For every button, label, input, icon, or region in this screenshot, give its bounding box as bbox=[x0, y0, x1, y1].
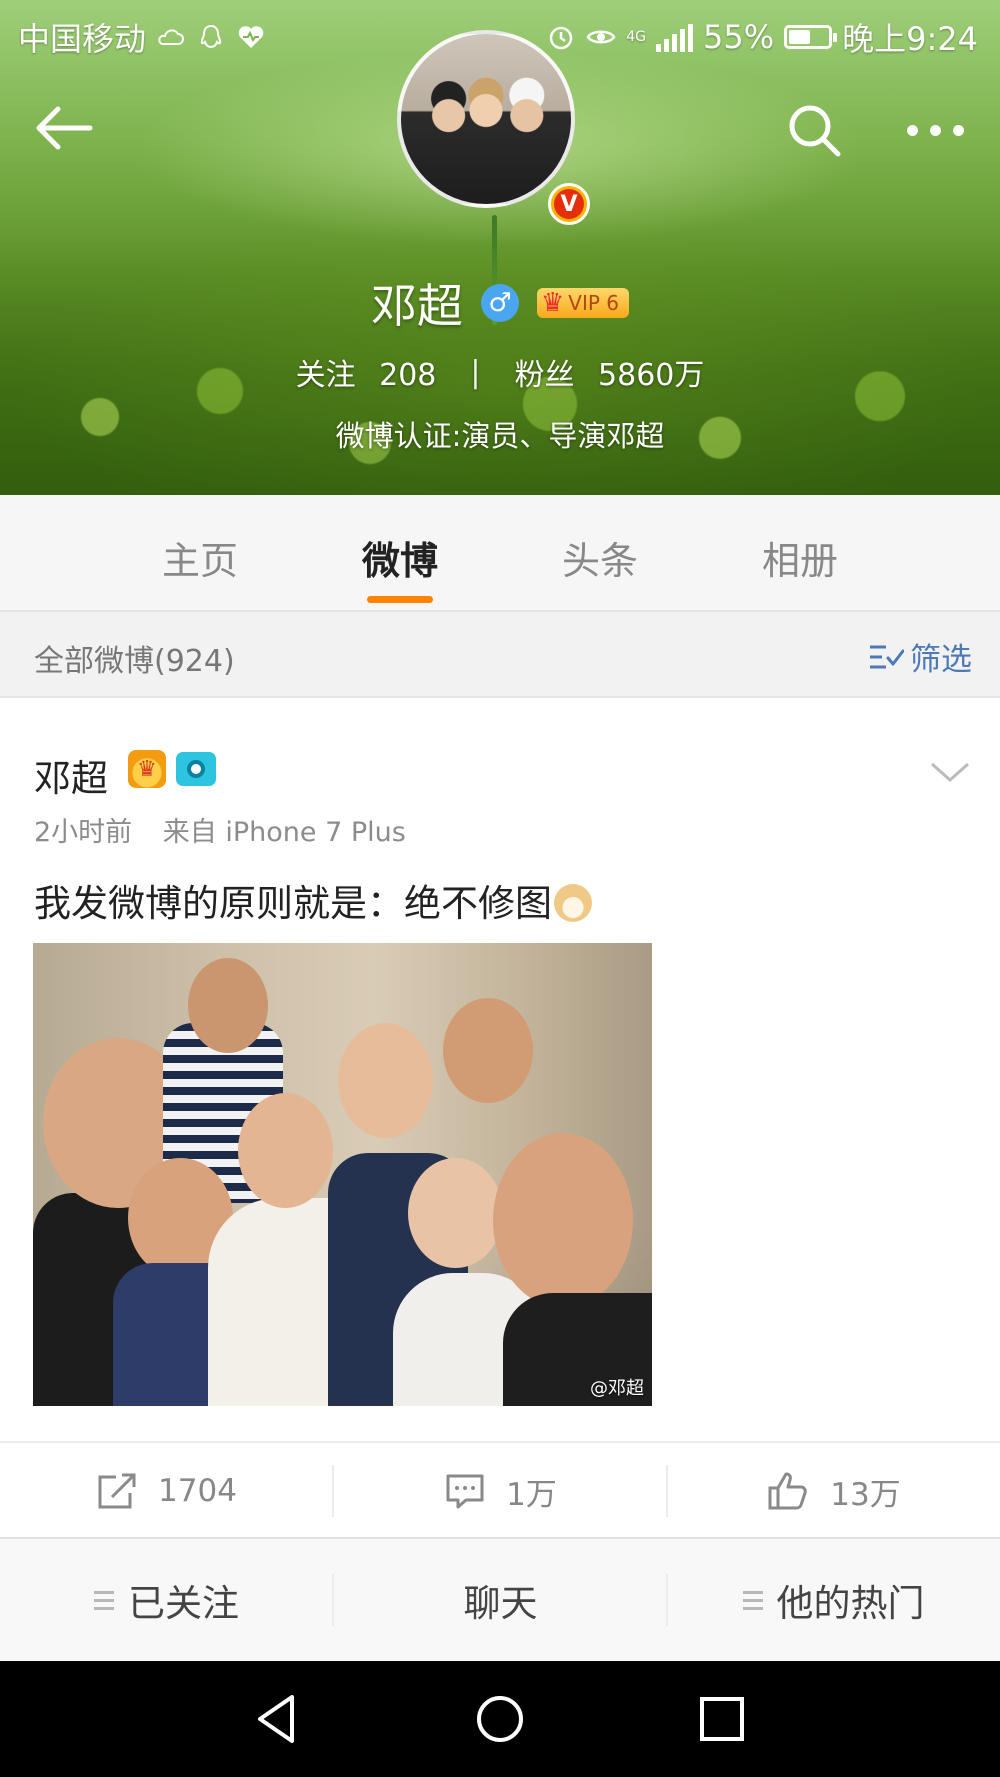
like-button[interactable]: 13万 bbox=[667, 1443, 1000, 1539]
post-text-content: 我发微博的原则就是：绝不修图 bbox=[34, 882, 552, 925]
post-photo[interactable]: @邓超 bbox=[33, 943, 652, 1406]
post-text: 我发微博的原则就是：绝不修图 bbox=[34, 873, 592, 927]
following-label: 关注 bbox=[295, 358, 356, 393]
repost-count: 1704 bbox=[158, 1473, 237, 1509]
network-type: 4G bbox=[626, 29, 646, 45]
clock: 晚上9:24 bbox=[842, 20, 978, 58]
filter-label: 筛选 bbox=[910, 642, 972, 678]
post-card[interactable]: 邓超 ♛ 2小时前 来自 iPhone 7 Plus 我发微博的原则就是：绝不修… bbox=[0, 698, 1000, 1441]
following-count: 208 bbox=[379, 358, 437, 393]
doge-emoji-icon bbox=[554, 884, 592, 922]
verification-text: 微博认证:演员、导演邓超 bbox=[335, 419, 665, 453]
nav-home-icon[interactable] bbox=[470, 1689, 530, 1749]
status-left: 中国移动 bbox=[18, 14, 266, 60]
follow-stats: 关注 208 | 粉丝 5860万 bbox=[0, 350, 1000, 394]
profile-header: 中国移动 4G 55% 晚上9:24 V 邓超 ♂ ♛ VIP 6 关注 208… bbox=[0, 0, 1000, 495]
filter-bar: 全部微博(924) 筛选 bbox=[0, 612, 1000, 698]
chat-button[interactable]: 聊天 bbox=[334, 1539, 667, 1661]
member-crown-icon[interactable]: ♛ bbox=[128, 750, 166, 788]
health-icon bbox=[238, 26, 264, 48]
carrier-text: 中国移动 bbox=[18, 20, 147, 58]
bottom-toolbar: 已关注 聊天 他的热门 bbox=[0, 1539, 1000, 1661]
comment-button[interactable]: 1万 bbox=[334, 1443, 667, 1539]
stats-separator: | bbox=[470, 354, 481, 390]
photo-face bbox=[238, 1093, 333, 1208]
tab-album[interactable]: 相册 bbox=[725, 530, 875, 585]
eye-icon bbox=[586, 30, 616, 44]
battery-icon bbox=[784, 25, 838, 49]
tab-headlines[interactable]: 头条 bbox=[525, 530, 675, 585]
menu-icon bbox=[94, 1590, 114, 1610]
photo-face bbox=[443, 998, 533, 1103]
post-time: 2小时前 bbox=[34, 817, 133, 848]
tab-home[interactable]: 主页 bbox=[125, 530, 275, 585]
tab-weibo[interactable]: 微博 bbox=[325, 530, 475, 585]
post-source: 来自 iPhone 7 Plus bbox=[162, 817, 406, 848]
like-count: 13万 bbox=[830, 1476, 901, 1513]
filter-icon bbox=[870, 645, 904, 668]
post-actions: 1704 1万 13万 bbox=[0, 1441, 1000, 1539]
signal-icon bbox=[656, 22, 693, 52]
chat-label: 聊天 bbox=[463, 1582, 538, 1625]
chevron-down-icon[interactable] bbox=[928, 756, 972, 786]
profile-tabs: 主页 微博 头条 相册 bbox=[0, 495, 1000, 612]
post-author[interactable]: 邓超 bbox=[34, 748, 108, 802]
photo-face bbox=[493, 1133, 633, 1308]
profile-name: 邓超 bbox=[370, 279, 463, 333]
nav-recents-icon[interactable] bbox=[692, 1689, 752, 1749]
all-posts-count: 全部微博(924) bbox=[34, 644, 235, 679]
photo-face bbox=[408, 1158, 503, 1268]
qq-icon bbox=[200, 24, 222, 49]
verified-badge: V bbox=[548, 183, 590, 225]
more-dots-icon[interactable] bbox=[898, 110, 972, 150]
followed-button[interactable]: 已关注 bbox=[0, 1539, 333, 1661]
crown-icon: ♛ bbox=[540, 288, 565, 318]
filter-button[interactable]: 筛选 bbox=[868, 634, 972, 679]
thumbs-up-icon bbox=[768, 1472, 808, 1510]
weather-icon bbox=[158, 29, 184, 45]
fans-count: 5860万 bbox=[598, 358, 705, 393]
arrow-left-icon[interactable] bbox=[28, 95, 100, 161]
fans-stat[interactable]: 粉丝 5860万 bbox=[515, 350, 705, 394]
avatar[interactable] bbox=[397, 30, 575, 208]
photo-face bbox=[188, 958, 268, 1053]
photo-face bbox=[338, 1023, 433, 1138]
share-icon bbox=[98, 1473, 136, 1509]
repost-button[interactable]: 1704 bbox=[0, 1443, 333, 1539]
nav-back-icon[interactable] bbox=[248, 1689, 308, 1749]
gender-badge: ♂ bbox=[480, 284, 519, 322]
menu-icon bbox=[742, 1590, 763, 1610]
profile-name-row: 邓超 ♂ ♛ VIP 6 bbox=[0, 270, 1000, 336]
camera-icon[interactable] bbox=[176, 752, 216, 786]
active-tab-indicator bbox=[367, 596, 433, 603]
followed-label: 已关注 bbox=[128, 1582, 239, 1625]
following-stat[interactable]: 关注 208 bbox=[296, 350, 437, 394]
search-icon[interactable] bbox=[782, 98, 848, 164]
comment-count: 1万 bbox=[506, 1476, 557, 1513]
alarm-icon bbox=[549, 26, 573, 50]
status-right: 4G 55% 晚上9:24 bbox=[546, 14, 978, 60]
comment-icon bbox=[446, 1474, 484, 1509]
hot-posts-button[interactable]: 他的热门 bbox=[667, 1539, 1000, 1661]
verified-badge-label: V bbox=[554, 189, 584, 219]
vip-label: VIP 6 bbox=[568, 291, 620, 315]
post-meta: 2小时前 来自 iPhone 7 Plus bbox=[34, 810, 406, 849]
battery-percent: 55% bbox=[703, 18, 775, 56]
photo-watermark: @邓超 bbox=[590, 1378, 644, 1399]
system-navigation-bar bbox=[0, 1661, 1000, 1777]
fans-label: 粉丝 bbox=[514, 358, 575, 393]
vip-badge[interactable]: ♛ VIP 6 bbox=[536, 288, 630, 318]
hot-label: 他的热门 bbox=[776, 1582, 925, 1625]
